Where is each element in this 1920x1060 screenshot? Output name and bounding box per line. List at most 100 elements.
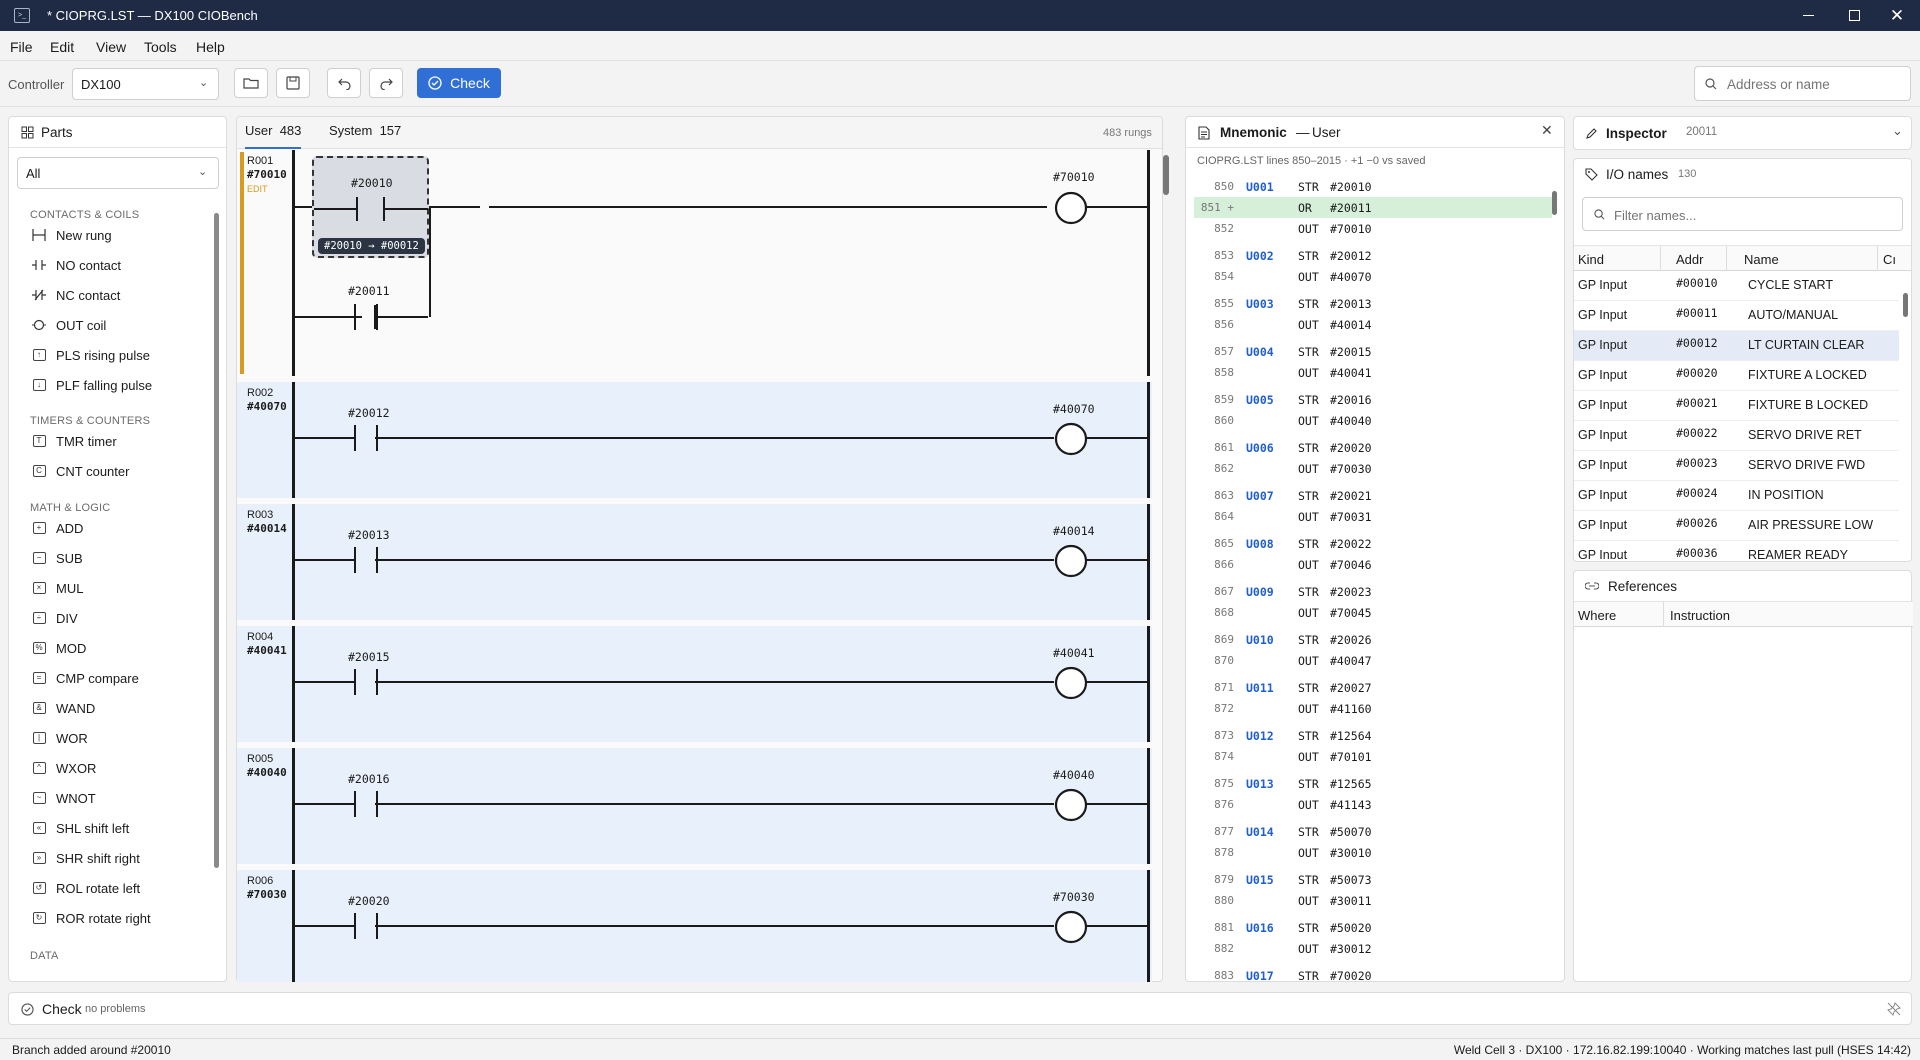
io-row[interactable]: GP Input #00026 AIR PRESSURE LOW: [1574, 511, 1899, 541]
mnemonic-scrollbar[interactable]: [1552, 191, 1557, 215]
parts-filter-select[interactable]: All ⌄: [17, 157, 219, 189]
io-filter[interactable]: [1582, 197, 1903, 231]
part-cmp[interactable]: = CMP compare: [31, 667, 139, 689]
out-coil-icon[interactable]: [1054, 666, 1088, 700]
mnemonic-line[interactable]: 870 OUT #40047: [1194, 650, 1552, 671]
address-search[interactable]: [1694, 66, 1911, 101]
io-row[interactable]: GP Input #00036 REAMER READY: [1574, 541, 1899, 559]
io-row[interactable]: GP Input #00011 AUTO/MANUAL: [1574, 301, 1899, 331]
close-icon[interactable]: ✕: [1541, 122, 1553, 139]
part-wxor[interactable]: ^ WXOR: [31, 757, 96, 779]
mnemonic-line[interactable]: 855 U003 STR #20013: [1194, 293, 1552, 314]
no-contact-icon[interactable]: [352, 425, 382, 451]
mnemonic-line[interactable]: 856 OUT #40014: [1194, 314, 1552, 335]
mnemonic-line[interactable]: 872 OUT #41160: [1194, 698, 1552, 719]
mnemonic-line[interactable]: 865 U008 STR #20022: [1194, 533, 1552, 554]
part-wor[interactable]: | WOR: [31, 727, 88, 749]
mnemonic-line[interactable]: 864 OUT #70031: [1194, 506, 1552, 527]
mnemonic-line[interactable]: 857 U004 STR #20015: [1194, 341, 1552, 362]
part-rol[interactable]: ↺ ROL rotate left: [31, 877, 140, 899]
mnemonic-line[interactable]: 882 OUT #30012: [1194, 938, 1552, 959]
out-coil-icon[interactable]: [1054, 788, 1088, 822]
mnemonic-line[interactable]: 881 U016 STR #50020: [1194, 917, 1552, 938]
ladder-scrollbar[interactable]: [1163, 155, 1169, 195]
mnemonic-line[interactable]: 862 OUT #70030: [1194, 458, 1552, 479]
mnemonic-line[interactable]: 875 U013 STR #12565: [1194, 773, 1552, 794]
mnemonic-line[interactable]: 868 OUT #70045: [1194, 602, 1552, 623]
col-addr[interactable]: Addr: [1676, 252, 1703, 267]
part-mul[interactable]: × MUL: [31, 577, 83, 599]
col-name[interactable]: Name: [1744, 252, 1779, 267]
part-add[interactable]: + ADD: [31, 517, 83, 539]
part-nc-contact[interactable]: NC contact: [31, 284, 120, 306]
part-shr[interactable]: » SHR shift right: [31, 847, 140, 869]
unpin-icon[interactable]: [1887, 1002, 1901, 1016]
rung-r003[interactable]: R003 #40014 #20013 #40014: [237, 504, 1152, 620]
part-wnot[interactable]: ~ WNOT: [31, 787, 96, 809]
tab-system[interactable]: System 157: [329, 123, 401, 149]
redo-button[interactable]: [369, 68, 403, 98]
out-coil-icon[interactable]: [1054, 910, 1088, 944]
maximize-button[interactable]: [1831, 0, 1877, 31]
mnemonic-line[interactable]: 850 U001 STR #20010: [1194, 176, 1552, 197]
rung-r006[interactable]: R006 #70030 #20020 #70030: [237, 870, 1152, 982]
io-row[interactable]: GP Input #00012 LT CURTAIN CLEAR: [1574, 331, 1899, 361]
io-row[interactable]: GP Input #00024 IN POSITION: [1574, 481, 1899, 511]
mnemonic-line[interactable]: 867 U009 STR #20023: [1194, 581, 1552, 602]
save-button[interactable]: [276, 68, 310, 98]
no-contact-icon[interactable]: [352, 913, 382, 939]
mnemonic-line[interactable]: 852 OUT #70010: [1194, 218, 1552, 239]
mnemonic-line[interactable]: 866 OUT #70046: [1194, 554, 1552, 575]
col-where[interactable]: Where: [1578, 608, 1616, 623]
rung-r002[interactable]: R002 #40070 #20012 #40070: [237, 382, 1152, 498]
parts-scrollbar[interactable]: [214, 213, 219, 868]
part-cnt[interactable]: C CNT counter: [31, 460, 129, 482]
io-scrollbar[interactable]: [1903, 293, 1908, 317]
io-row[interactable]: GP Input #00010 CYCLE START: [1574, 271, 1899, 301]
mnemonic-line[interactable]: 873 U012 STR #12564: [1194, 725, 1552, 746]
mnemonic-line[interactable]: 854 OUT #40070: [1194, 266, 1552, 287]
mnemonic-line[interactable]: 878 OUT #30010: [1194, 842, 1552, 863]
part-shl[interactable]: « SHL shift left: [31, 817, 129, 839]
io-row[interactable]: GP Input #00021 FIXTURE B LOCKED: [1574, 391, 1899, 421]
out-coil-icon[interactable]: [1054, 544, 1088, 578]
mnemonic-line[interactable]: 853 U002 STR #20012: [1194, 245, 1552, 266]
col-comment[interactable]: Cı: [1883, 252, 1896, 267]
chevron-down-icon[interactable]: ⌄: [1892, 123, 1903, 139]
mnemonic-line[interactable]: 860 OUT #40040: [1194, 410, 1552, 431]
mnemonic-line[interactable]: 874 OUT #70101: [1194, 746, 1552, 767]
minimize-button[interactable]: [1785, 0, 1831, 31]
mnemonic-line[interactable]: 871 U011 STR #20027: [1194, 677, 1552, 698]
mnemonic-line[interactable]: 861 U006 STR #20020: [1194, 437, 1552, 458]
part-new-rung[interactable]: New rung: [31, 224, 112, 246]
io-row[interactable]: GP Input #00020 FIXTURE A LOCKED: [1574, 361, 1899, 391]
io-filter-input[interactable]: [1614, 206, 1894, 224]
mnemonic-line[interactable]: 877 U014 STR #50070: [1194, 821, 1552, 842]
out-coil-icon[interactable]: [1054, 422, 1088, 456]
part-pls[interactable]: ↑ PLS rising pulse: [31, 344, 150, 366]
menu-edit[interactable]: Edit: [50, 39, 74, 55]
inspector-header[interactable]: Inspector 20011 ⌄: [1573, 116, 1912, 150]
mnemonic-line[interactable]: 859 U005 STR #20016: [1194, 389, 1552, 410]
no-contact-icon[interactable]: [352, 791, 382, 817]
controller-select[interactable]: DX100 ⌄: [72, 68, 219, 100]
part-no-contact[interactable]: NO contact: [31, 254, 121, 276]
mnemonic-line[interactable]: 869 U010 STR #20026: [1194, 629, 1552, 650]
part-wand[interactable]: & WAND: [31, 697, 95, 719]
selected-contact-box[interactable]: #20010 #20010 → #00012: [312, 156, 429, 258]
part-div[interactable]: ÷ DIV: [31, 607, 78, 629]
tab-user[interactable]: User 483: [245, 123, 302, 149]
no-contact-icon[interactable]: [352, 669, 382, 695]
rung-r005[interactable]: R005 #40040 #20016 #40040: [237, 748, 1152, 864]
check-button[interactable]: Check: [417, 68, 501, 98]
rung-r001[interactable]: R001 #70010 EDIT #20010 #20010 → #00012 …: [237, 150, 1152, 376]
col-kind[interactable]: Kind: [1578, 252, 1604, 267]
mnemonic-line[interactable]: 880 OUT #30011: [1194, 890, 1552, 911]
io-row[interactable]: GP Input #00023 SERVO DRIVE FWD: [1574, 451, 1899, 481]
part-ror[interactable]: ↻ ROR rotate right: [31, 907, 151, 929]
open-button[interactable]: [234, 68, 268, 98]
mnemonic-line[interactable]: 879 U015 STR #50073: [1194, 869, 1552, 890]
mnemonic-line[interactable]: 858 OUT #40041: [1194, 362, 1552, 383]
close-button[interactable]: ✕: [1874, 0, 1920, 31]
io-row[interactable]: GP Input #00022 SERVO DRIVE RET: [1574, 421, 1899, 451]
